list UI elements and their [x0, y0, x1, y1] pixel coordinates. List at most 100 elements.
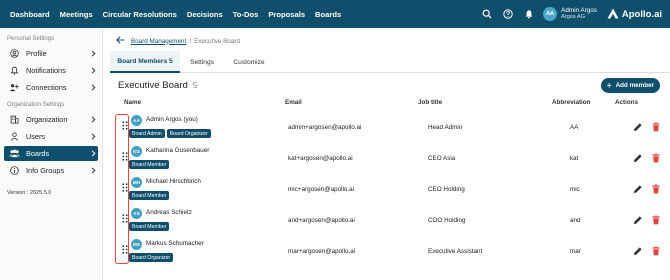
sidebar-item-connections[interactable]: Connections: [4, 80, 98, 95]
member-email: admin+argosen@apollo.ai: [288, 124, 362, 131]
organization-settings-header: Organization Settings: [7, 102, 65, 108]
member-job-title: Executive Assistant: [428, 248, 483, 255]
bell-icon[interactable]: [520, 0, 538, 28]
column-header-email: Email: [285, 99, 302, 106]
member-email: and+argosen@apollo.ai: [288, 217, 355, 224]
sidebar-item-label: Profile: [26, 49, 47, 58]
member-avatar: MS: [131, 239, 142, 250]
role-badge: Board Member: [129, 222, 170, 231]
user-avatar[interactable]: AA: [543, 7, 558, 21]
tab-board-members[interactable]: Board Members 5: [110, 51, 180, 73]
role-badges: Board Member: [129, 160, 171, 169]
sidebar-item-notifications[interactable]: Notifications: [4, 63, 98, 78]
delete-icon[interactable]: [651, 215, 661, 225]
drag-handle-icon[interactable]: [122, 183, 128, 192]
member-name: Markus Schumacher: [146, 240, 204, 247]
nav-decisions[interactable]: Decisions: [187, 10, 223, 19]
user-organization: Argos AG: [561, 14, 586, 20]
member-name: Michael Hirschbrich: [146, 178, 201, 185]
chevron-right-icon: [88, 84, 98, 91]
delete-icon[interactable]: [651, 122, 661, 132]
chevron-right-icon: [88, 116, 98, 123]
role-badge: Board Organizer: [129, 253, 174, 262]
add-member-button[interactable]: + Add member: [601, 78, 660, 93]
table-row: MS Markus Schumacher Board Organizer mar…: [110, 236, 670, 267]
edit-icon[interactable]: [633, 215, 643, 225]
tabs-bar: Board Members 5 Settings Customize: [110, 51, 670, 73]
member-job-title: CEO Asia: [428, 155, 456, 162]
sidebar-item-info-groups[interactable]: Info Groups: [4, 163, 98, 178]
column-header-job-title: Job title: [418, 99, 443, 106]
member-abbreviation: and: [570, 217, 581, 224]
people-icon: [8, 149, 20, 158]
building-icon: [8, 115, 20, 124]
nav-proposals[interactable]: Proposals: [268, 10, 305, 19]
role-badge: Board Admin: [129, 129, 165, 138]
member-job-title: COO Holding: [428, 217, 466, 224]
role-badge: Board Member: [129, 160, 170, 169]
delete-icon[interactable]: [651, 153, 661, 163]
sidebar-item-label: Notifications: [26, 66, 66, 75]
nav-boards[interactable]: Boards: [315, 10, 341, 19]
plus-icon: +: [606, 80, 612, 90]
table-row: AA Admin Argos (you) Board Admin Board O…: [110, 112, 670, 143]
board-title: Executive Board 5: [118, 80, 198, 91]
member-abbreviation: mar: [570, 248, 581, 255]
user-info[interactable]: Admin Argos Argos AG: [561, 7, 597, 21]
member-email: kat+argosen@apollo.ai: [288, 155, 353, 162]
bell-icon: [8, 66, 20, 75]
member-name: Andreas Schietz: [146, 209, 192, 216]
edit-icon[interactable]: [633, 184, 643, 194]
tab-customize[interactable]: Customize: [224, 51, 274, 73]
back-arrow-icon[interactable]: [116, 36, 125, 46]
table-row: AS Andreas Schietz Board Member and+argo…: [110, 205, 670, 236]
brand[interactable]: Apollo.ai: [607, 8, 662, 21]
sidebar-item-boards[interactable]: Boards: [4, 146, 98, 161]
personal-settings-header: Personal Settings: [7, 36, 55, 42]
member-abbreviation: AA: [570, 124, 579, 131]
role-badges: Board Admin Board Organizer: [129, 129, 213, 138]
breadcrumb-board-management[interactable]: Board Management: [131, 38, 186, 45]
table-row: KG Katharina Gusenbauer Board Member kat…: [110, 143, 670, 174]
edit-icon[interactable]: [633, 246, 643, 256]
sidebar-item-label: Users: [26, 132, 46, 141]
tab-settings[interactable]: Settings: [180, 51, 224, 73]
help-icon[interactable]: [499, 0, 517, 28]
profile-icon: [8, 49, 20, 58]
user-icon: [8, 132, 20, 141]
settings-sidebar: Personal Settings Profile Notifications …: [0, 28, 103, 280]
role-badge: Board Member: [129, 191, 170, 200]
drag-handle-icon[interactable]: [122, 214, 128, 223]
table-row: MH Michael Hirschbrich Board Member mic+…: [110, 174, 670, 205]
sidebar-item-profile[interactable]: Profile: [4, 46, 98, 61]
top-right-tools: AA Admin Argos Argos AG Apollo.ai: [478, 0, 670, 28]
nav-meetings[interactable]: Meetings: [60, 10, 93, 19]
sidebar-item-label: Info Groups: [26, 166, 65, 175]
column-header-actions: Actions: [615, 99, 639, 106]
breadcrumb-separator: /: [189, 37, 192, 45]
chevron-right-icon: [88, 150, 98, 157]
sidebar-item-organization[interactable]: Organization: [4, 112, 98, 127]
nav-circular-resolutions[interactable]: Circular Resolutions: [103, 10, 177, 19]
member-name: Admin Argos (you): [146, 116, 198, 123]
edit-icon[interactable]: [633, 153, 643, 163]
version-label: Version : 2025.5.0: [7, 190, 52, 196]
info-icon: [8, 166, 20, 175]
breadcrumb: Board Management / Executive Board: [116, 35, 240, 47]
apollo-logo-icon: [607, 8, 619, 21]
drag-handle-icon[interactable]: [122, 245, 128, 254]
column-header-name: Name: [124, 99, 142, 106]
edit-icon[interactable]: [633, 122, 643, 132]
delete-icon[interactable]: [651, 184, 661, 194]
delete-icon[interactable]: [651, 246, 661, 256]
drag-handle-icon[interactable]: [122, 152, 128, 161]
drag-handle-icon[interactable]: [122, 121, 128, 130]
search-icon[interactable]: [478, 0, 496, 28]
nav-todos[interactable]: To-Dos: [233, 10, 259, 19]
breadcrumb-current: Executive Board: [194, 37, 240, 45]
sidebar-item-users[interactable]: Users: [4, 129, 98, 144]
top-navigation-bar: Dashboard Meetings Circular Resolutions …: [0, 0, 670, 28]
sidebar-item-label: Boards: [26, 149, 50, 158]
nav-dashboard[interactable]: Dashboard: [10, 10, 50, 19]
brand-name: Apollo.ai: [621, 8, 662, 20]
